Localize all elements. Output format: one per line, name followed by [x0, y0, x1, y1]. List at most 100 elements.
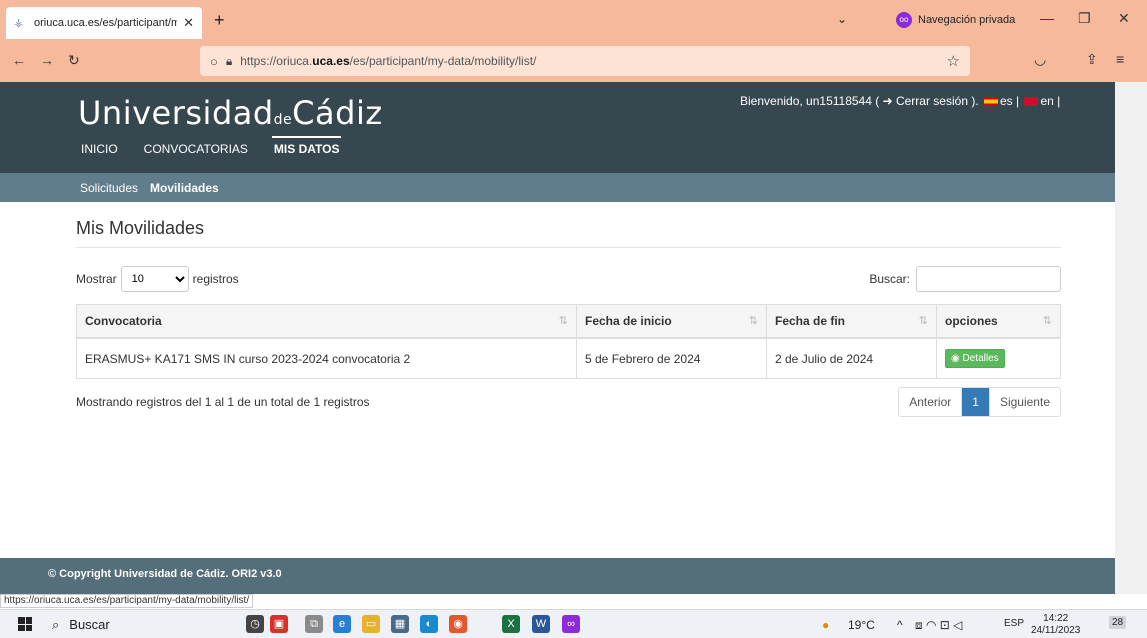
spain-flag-icon: [984, 97, 998, 107]
address-bar[interactable]: ○ 🔒︎ https://oriuca.uca.es/es/participan…: [200, 46, 970, 76]
private-mask-icon: oo: [896, 12, 912, 28]
sort-icon: ⇅: [1042, 315, 1052, 327]
sub-nav: Solicitudes Movilidades: [0, 173, 1115, 202]
search-input[interactable]: [916, 266, 1061, 292]
pocket-icon[interactable]: ◡: [1034, 51, 1046, 68]
browser-tab[interactable]: ⚶ oriuca.uca.es/es/participant/my ✕: [6, 7, 202, 39]
excel-icon[interactable]: X: [502, 615, 520, 633]
cell-opciones: ◉ Detalles: [936, 337, 1061, 379]
browser-tab-bar: ⚶ oriuca.uca.es/es/participant/my ✕ + ⌄ …: [0, 0, 1147, 40]
cell-fecha-fin: 2 de Julio de 2024: [766, 337, 937, 379]
col-fecha-fin[interactable]: Fecha de fin ⇅: [766, 304, 937, 339]
taskbar-search[interactable]: ⌕ Buscar: [52, 617, 110, 633]
lock-icon: 🔒︎: [225, 53, 233, 68]
list-tabs-icon[interactable]: ⌄: [837, 12, 847, 26]
cell-convocatoria: ERASMUS+ KA171 SMS IN curso 2023-2024 co…: [76, 337, 577, 379]
calculator-icon[interactable]: ▦: [391, 615, 409, 633]
url-text: https://oriuca.uca.es/es/participant/my-…: [240, 54, 537, 68]
main-content: Mis Movilidades Mostrar 10 registros Bus…: [76, 218, 1061, 423]
nav-mis-datos[interactable]: MIS DATOS: [271, 136, 342, 156]
gift-icon[interactable]: ▣: [270, 615, 288, 633]
col-convocatoria[interactable]: Convocatoria ⇅: [76, 304, 577, 339]
nav-inicio[interactable]: INICIO: [81, 142, 118, 156]
windows-start-icon[interactable]: [18, 617, 32, 631]
main-nav: INICIO CONVOCATORIAS MIS DATOS: [81, 136, 365, 156]
logout-icon: ➜: [882, 94, 893, 108]
minimize-icon[interactable]: —: [1040, 10, 1054, 26]
windows-taskbar: ⌕ Buscar ◷ ▣ ⧉ e ▭ ▦ ◐ ◉ X W ∞ ● 19°C ^ ⧈…: [0, 609, 1147, 638]
cell-fecha-inicio: 5 de Febrero de 2024: [576, 337, 767, 379]
page-length: Mostrar 10 registros: [76, 266, 239, 292]
sort-icon: ⇅: [918, 315, 928, 327]
internet-explorer-icon[interactable]: e: [333, 615, 351, 633]
search-label: Buscar:: [869, 272, 910, 286]
firefox-private-icon[interactable]: ∞: [562, 615, 580, 633]
back-icon[interactable]: ←: [12, 52, 26, 68]
welcome-text: Bienvenido, un15118544 (: [740, 94, 883, 108]
taskbar-clock[interactable]: 14:22 24/11/2023: [1031, 613, 1080, 637]
firefox-icon[interactable]: ◉: [449, 615, 467, 633]
reload-icon[interactable]: ↻: [68, 52, 80, 69]
subnav-solicitudes[interactable]: Solicitudes: [80, 181, 138, 195]
task-view-icon[interactable]: ⧉: [305, 615, 323, 633]
file-explorer-icon[interactable]: ▭: [362, 615, 380, 633]
private-browsing-indicator: oo Navegación privada: [896, 12, 1015, 28]
input-language[interactable]: ESP: [1004, 618, 1024, 629]
forward-icon[interactable]: →: [40, 52, 54, 68]
sort-asc-icon: ⇅: [558, 315, 568, 327]
clock-date: 24/11/2023: [1031, 625, 1081, 636]
uk-flag-icon: [1024, 97, 1039, 107]
table-row: ERASMUS+ KA171 SMS IN curso 2023-2024 co…: [76, 337, 1061, 379]
tray-chevron-icon[interactable]: ^: [897, 618, 903, 632]
sort-icon: ⇅: [748, 315, 758, 327]
col-opciones[interactable]: opciones ⇅: [936, 304, 1061, 339]
lang-en-link[interactable]: en: [1040, 94, 1053, 108]
tab-title: oriuca.uca.es/es/participant/my: [34, 17, 178, 29]
status-url: https://oriuca.uca.es/es/participant/my-…: [0, 594, 254, 608]
page-1-button[interactable]: 1: [961, 388, 989, 416]
prev-page-button[interactable]: Anterior: [899, 388, 961, 416]
pagination: Anterior 1 Siguiente: [898, 387, 1061, 417]
tray-icons[interactable]: ⧈ ◠ ⊡ ◁: [915, 618, 962, 633]
close-window-icon[interactable]: ✕: [1118, 10, 1130, 27]
records-label: registros: [192, 272, 239, 286]
show-label: Mostrar: [76, 272, 117, 286]
clock-time: 14:22: [1043, 613, 1069, 624]
edge-icon[interactable]: ◐: [420, 615, 438, 633]
word-icon[interactable]: W: [532, 615, 550, 633]
menu-icon[interactable]: ≡: [1116, 51, 1124, 67]
page-length-select[interactable]: 10: [120, 266, 189, 292]
page-scrollbar[interactable]: [1115, 82, 1147, 594]
details-button[interactable]: ◉ Detalles: [945, 349, 1005, 368]
lang-es-link[interactable]: es: [1000, 94, 1013, 108]
copyright-text: © Copyright Universidad de Cádiz. ORI2 v…: [48, 568, 282, 580]
nav-convocatorias[interactable]: CONVOCATORIAS: [144, 142, 248, 156]
site-header: UniversidaddeCádiz Bienvenido, un1511854…: [0, 82, 1115, 173]
eye-icon: ◉: [951, 353, 960, 364]
logout-link[interactable]: Cerrar sesión: [896, 94, 968, 108]
welcome-bar: Bienvenido, un15118544 ( ➜ Cerrar sesión…: [740, 94, 1061, 108]
table-search: Buscar:: [869, 266, 1061, 292]
weather-temp[interactable]: 19°C: [848, 618, 875, 632]
clock-app-icon[interactable]: ◷: [246, 615, 264, 633]
col-fecha-inicio[interactable]: Fecha de inicio ⇅: [576, 304, 767, 339]
search-icon: ⌕: [52, 617, 60, 632]
restore-icon[interactable]: ❐: [1078, 10, 1091, 27]
notifications-badge[interactable]: 28: [1109, 616, 1127, 629]
table-footer: Mostrando registros del 1 al 1 de un tot…: [76, 387, 1061, 423]
university-logo[interactable]: UniversidaddeCádiz: [78, 94, 383, 132]
subnav-movilidades[interactable]: Movilidades: [150, 181, 219, 195]
bookmark-star-icon[interactable]: ☆: [947, 52, 960, 70]
shield-icon: ○: [210, 53, 218, 69]
private-label: Navegación privada: [918, 14, 1016, 26]
mobility-table: Convocatoria ⇅ Fecha de inicio ⇅ Fecha de …: [76, 304, 1061, 379]
next-page-button[interactable]: Siguiente: [988, 388, 1060, 416]
share-icon[interactable]: ⇪: [1086, 51, 1098, 68]
new-tab-button[interactable]: +: [214, 10, 225, 31]
site-favicon-icon: ⚶: [14, 17, 24, 29]
tab-close-icon[interactable]: ✕: [183, 15, 194, 31]
records-info: Mostrando registros del 1 al 1 de un tot…: [76, 395, 370, 409]
weather-icon: ●: [822, 618, 830, 632]
page-title: Mis Movilidades: [76, 218, 1061, 248]
browser-nav-bar: ← → ↻ ○ 🔒︎ https://oriuca.uca.es/es/part…: [0, 40, 1147, 82]
